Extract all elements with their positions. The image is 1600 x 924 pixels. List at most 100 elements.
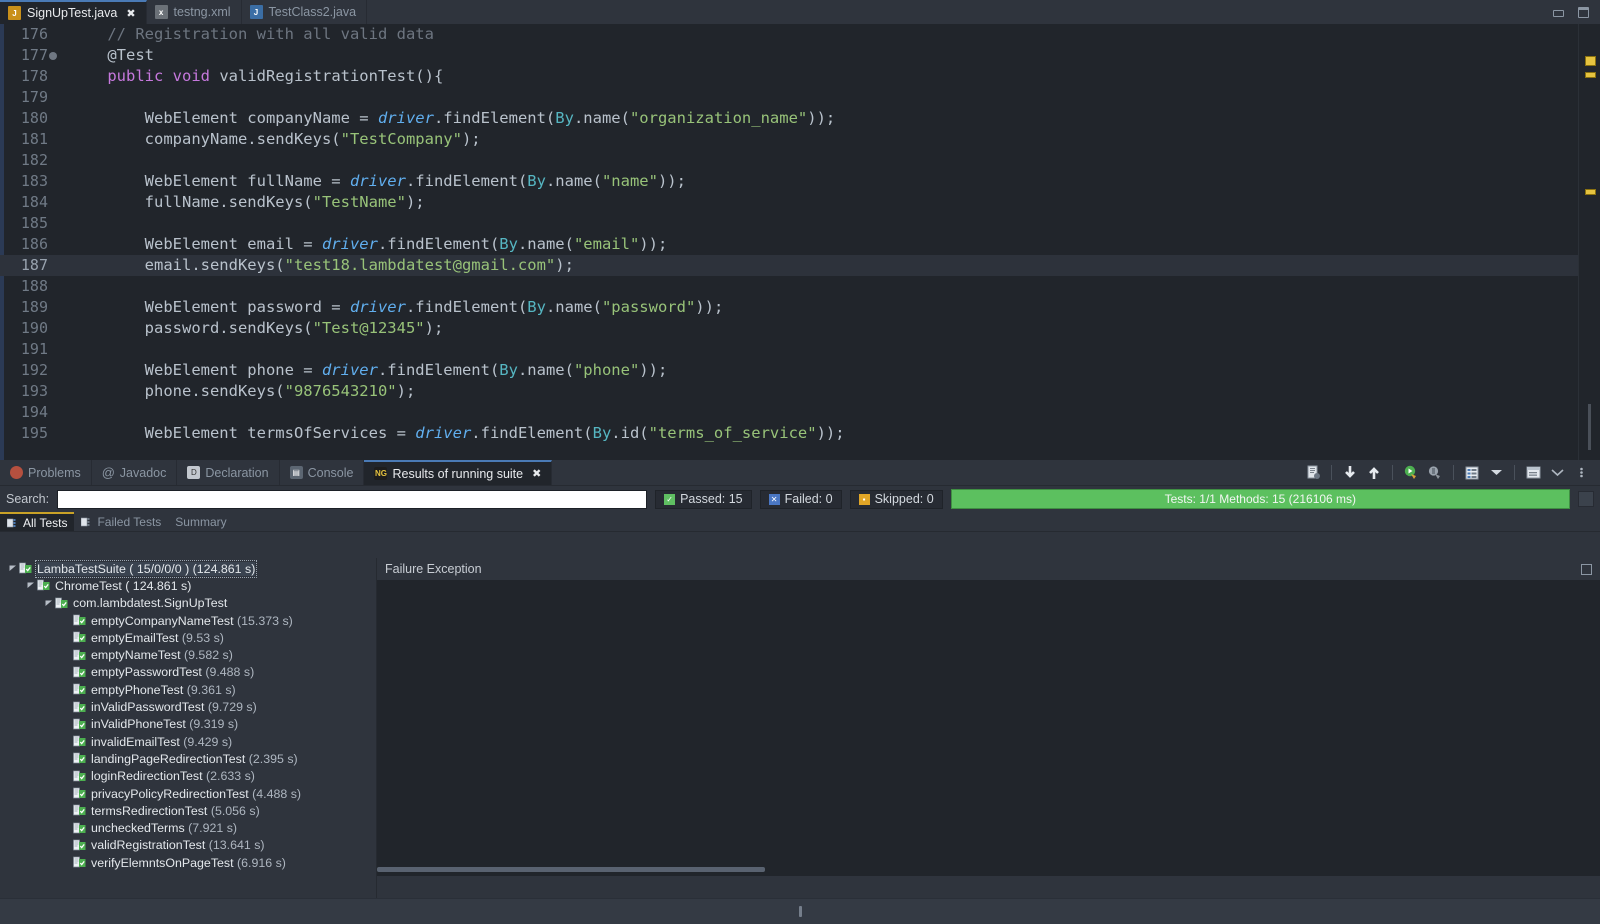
maximize-panel-icon[interactable] [1546, 463, 1568, 483]
tree-node[interactable]: uncheckedTerms (7.921 s) [0, 819, 376, 836]
next-failure-icon[interactable] [1339, 463, 1361, 483]
tree-node[interactable]: invalidEmailTest (9.429 s) [0, 733, 376, 750]
editor-tab-label: SignUpTest.java [27, 6, 117, 20]
progress-options-button[interactable] [1578, 491, 1594, 507]
code-line[interactable]: 176 // Registration with all valid data [0, 24, 1578, 45]
expand-arrow-icon[interactable] [44, 599, 55, 608]
tree-node[interactable]: emptyPasswordTest (9.488 s) [0, 664, 376, 681]
method-pass-icon [73, 735, 86, 748]
tree-node[interactable]: verifyElemntsOnPageTest (6.916 s) [0, 854, 376, 871]
code-line[interactable]: 184 fullName.sendKeys("TestName"); [0, 192, 1578, 213]
code-line[interactable]: 187 email.sendKeys("test18.lambdatest@gm… [0, 255, 1578, 276]
close-icon[interactable]: ✖ [532, 467, 541, 480]
tree-node[interactable]: emptyCompanyNameTest (15.373 s) [0, 612, 376, 629]
test-progress-bar: Tests: 1/1 Methods: 15 (216106 ms) [951, 489, 1570, 509]
code-line[interactable]: 177 @Test [0, 45, 1578, 66]
tree-node-label: LambaTestSuite ( 15/0/0/0 ) (124.861 s) [37, 562, 255, 576]
code-line[interactable]: 188 [0, 276, 1578, 297]
code-line[interactable]: 182 [0, 150, 1578, 171]
editor-tab-signuptest-java[interactable]: JSignUpTest.java✖ [0, 0, 147, 24]
maximize-button[interactable] [1577, 7, 1590, 18]
panel-tab-results-of-running-suite[interactable]: NGResults of running suite✖ [364, 460, 552, 485]
resize-grip-icon[interactable] [799, 906, 802, 917]
panel-menu-icon[interactable] [1570, 463, 1592, 483]
code-line[interactable]: 179 [0, 87, 1578, 108]
test-results-tree[interactable]: LambaTestSuite ( 15/0/0/0 ) (124.861 s)C… [0, 558, 377, 898]
problems-icon [10, 466, 23, 479]
tree-node[interactable]: landingPageRedirectionTest (2.395 s) [0, 750, 376, 767]
eclipse-ide-window: JSignUpTest.java✖xtestng.xmlJTestClass2.… [0, 0, 1600, 924]
code-line[interactable]: 191 [0, 339, 1578, 360]
code-line[interactable]: 181 companyName.sendKeys("TestCompany"); [0, 129, 1578, 150]
code-line[interactable]: 195 WebElement termsOfServices = driver.… [0, 423, 1578, 444]
minimize-button[interactable] [1552, 7, 1565, 18]
panel-tab-declaration[interactable]: DDeclaration [177, 460, 279, 485]
search-input[interactable] [57, 490, 647, 509]
code-line-text: WebElement email = driver.findElement(By… [56, 234, 1578, 255]
expand-arrow-icon[interactable] [26, 581, 37, 590]
code-line[interactable]: 180 WebElement companyName = driver.find… [0, 108, 1578, 129]
editor-tab-testclass2-java[interactable]: JTestClass2.java [242, 0, 368, 24]
previous-failure-icon[interactable] [1363, 463, 1385, 483]
tree-node[interactable]: ChromeTest ( 124.861 s) [0, 577, 376, 594]
close-icon[interactable]: ✖ [126, 7, 135, 20]
code-line[interactable]: 189 WebElement password = driver.findEle… [0, 297, 1578, 318]
line-number: 185 [0, 213, 56, 234]
code-line[interactable]: 186 WebElement email = driver.findElemen… [0, 234, 1578, 255]
tree-node[interactable]: com.lambdatest.SignUpTest [0, 595, 376, 612]
method-pass-icon [73, 649, 86, 662]
horizontal-scrollbar[interactable] [377, 867, 765, 872]
panel-tab-label: Problems [28, 466, 81, 480]
code-line[interactable]: 194 [0, 402, 1578, 423]
tree-node[interactable]: emptyPhoneTest (9.361 s) [0, 681, 376, 698]
code-editor[interactable]: 176 // Registration with all valid data1… [0, 24, 1600, 460]
tree-node[interactable]: emptyEmailTest (9.53 s) [0, 629, 376, 646]
tab-bar-filler [367, 0, 1542, 24]
tree-node[interactable]: inValidPhoneTest (9.319 s) [0, 716, 376, 733]
editor-tab-label: TestClass2.java [269, 5, 357, 19]
run-icon[interactable] [1400, 463, 1422, 483]
result-tab-summary[interactable]: Summary [168, 512, 233, 531]
tree-node[interactable]: loginRedirectionTest (2.633 s) [0, 768, 376, 785]
code-text-area[interactable]: 176 // Registration with all valid data1… [0, 24, 1578, 460]
view-menu-icon[interactable] [1485, 463, 1507, 483]
failure-exception-content[interactable] [377, 580, 1600, 876]
tree-node[interactable]: inValidPasswordTest (9.729 s) [0, 698, 376, 715]
tree-node[interactable]: termsRedirectionTest (5.056 s) [0, 802, 376, 819]
panel-toolbar [1294, 460, 1600, 485]
tree-node[interactable]: emptyNameTest (9.582 s) [0, 646, 376, 663]
tree-node-label: loginRedirectionTest [91, 769, 203, 783]
overview-ruler[interactable] [1578, 24, 1600, 460]
open-report-icon[interactable] [1302, 463, 1324, 483]
expand-arrow-icon[interactable] [8, 564, 19, 573]
code-line[interactable]: 190 password.sendKeys("Test@12345"); [0, 318, 1578, 339]
ruler-warning-marker[interactable] [1585, 189, 1596, 195]
breakpoint-icon[interactable] [49, 52, 57, 60]
ruler-warning-marker[interactable] [1585, 72, 1596, 78]
result-tab-all-tests[interactable]: All Tests [0, 512, 74, 531]
code-line[interactable]: 193 phone.sendKeys("9876543210"); [0, 381, 1578, 402]
tree-node[interactable]: LambaTestSuite ( 15/0/0/0 ) (124.861 s) [0, 560, 376, 577]
code-line[interactable]: 185 [0, 213, 1578, 234]
ruler-thumb[interactable] [1588, 404, 1591, 450]
ruler-warning-marker[interactable] [1585, 56, 1596, 66]
code-line[interactable]: 183 WebElement fullName = driver.findEle… [0, 171, 1578, 192]
panel-tab-console[interactable]: ▤Console [280, 460, 365, 485]
toolbar-separator [1331, 465, 1332, 480]
toolbar-separator [1392, 465, 1393, 480]
result-tab-failed-tests[interactable]: Failed Tests [74, 512, 168, 531]
view-list-icon[interactable] [1461, 463, 1483, 483]
results-body: LambaTestSuite ( 15/0/0/0 ) (124.861 s)C… [0, 558, 1600, 898]
code-line-text: WebElement phone = driver.findElement(By… [56, 360, 1578, 381]
code-line[interactable]: 192 WebElement phone = driver.findElemen… [0, 360, 1578, 381]
result-tab-label: Summary [175, 515, 226, 529]
panel-tab-problems[interactable]: Problems [0, 460, 92, 485]
debug-icon[interactable] [1424, 463, 1446, 483]
restore-pane-icon[interactable] [1581, 564, 1592, 575]
code-line[interactable]: 178 public void validRegistrationTest(){ [0, 66, 1578, 87]
minimize-panel-icon[interactable] [1522, 463, 1544, 483]
panel-tab-javadoc[interactable]: @Javadoc [92, 460, 178, 485]
editor-tab-testng-xml[interactable]: xtestng.xml [147, 0, 242, 24]
tree-node[interactable]: privacyPolicyRedirectionTest (4.488 s) [0, 785, 376, 802]
tree-node[interactable]: validRegistrationTest (13.641 s) [0, 837, 376, 854]
